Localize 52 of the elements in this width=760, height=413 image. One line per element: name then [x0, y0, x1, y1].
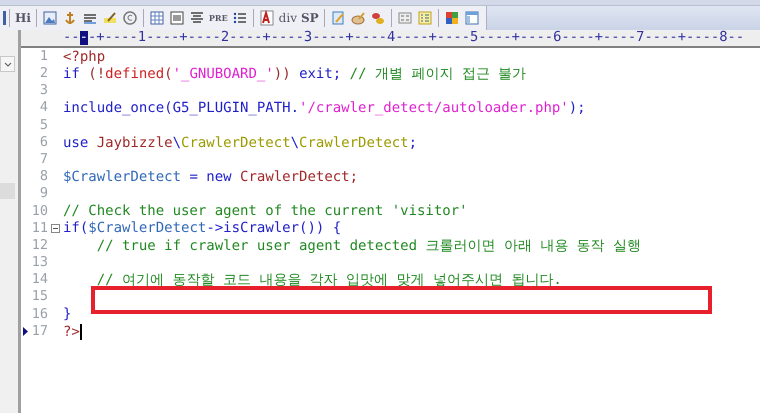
code-line: // Check the user agent of the current 'visitor' — [63, 204, 468, 218]
code-line: $CrawlerDetect = new CrawlerDetect; — [63, 170, 358, 184]
font-icon[interactable] — [258, 10, 275, 26]
code-line: } — [63, 307, 72, 322]
align-center-icon[interactable] — [188, 10, 205, 26]
pills-icon[interactable] — [370, 10, 386, 26]
chevron-down-icon — [4, 62, 12, 66]
code-line: // true if crawler user agent detected 크롤러이면 아래 내용 동작 실행 — [96, 238, 642, 253]
line-number: 8 — [38, 170, 48, 184]
code-line: // 여기에 동작할 코드 내용을 각자 입맛에 맞게 넣어주시면 됩니다. — [96, 273, 562, 288]
line-number: 10 — [30, 204, 48, 218]
column-ruler: ----+----1----+----2----+----3----+----4----+----5----+----6----+----7----+----8-- — [63, 31, 744, 45]
line-number: 9 — [38, 187, 48, 201]
line-number: 2 — [38, 67, 48, 81]
line-number: 16 — [30, 308, 48, 322]
line-number: 3 — [38, 84, 48, 98]
code-line: ?> — [63, 324, 80, 339]
panel-dropdown[interactable] — [0, 56, 15, 72]
line-number: 1 — [38, 50, 48, 64]
line-number: 14 — [30, 273, 48, 287]
window-icon[interactable] — [464, 10, 480, 26]
form-icon[interactable] — [396, 10, 413, 26]
div-button[interactable]: div — [276, 8, 299, 28]
line-number: 11 — [30, 222, 48, 236]
align-icon[interactable] — [168, 10, 185, 26]
image-icon[interactable] — [42, 10, 58, 26]
color-grid-icon[interactable] — [444, 10, 460, 26]
span-button[interactable]: SP — [298, 8, 321, 28]
copyright-icon[interactable] — [122, 10, 138, 26]
code-line: if($CrawlerDetect->isCrawler()) { — [63, 221, 342, 236]
text-cursor — [80, 324, 82, 340]
pencil-icon[interactable] — [102, 10, 118, 26]
notepad-icon[interactable] — [330, 10, 346, 26]
list-icon[interactable] — [232, 10, 248, 26]
line-number: 15 — [30, 290, 48, 304]
checklist-icon[interactable] — [416, 10, 433, 26]
code-line: <?php — [63, 50, 106, 64]
code-line: if (!defined('_GNUBOARD_')) exit; // 개별 페이지 접근 불가 — [63, 66, 526, 81]
line-number: 13 — [30, 256, 48, 270]
line-number: 6 — [38, 136, 48, 150]
table-icon[interactable] — [148, 10, 165, 26]
cup-icon[interactable] — [350, 10, 366, 26]
fold-toggle-icon[interactable] — [51, 224, 60, 233]
line-number: 5 — [38, 118, 48, 132]
line-number: 4 — [38, 101, 48, 115]
line-number: 12 — [30, 238, 48, 252]
line-number: 7 — [38, 152, 48, 166]
preformatted-button[interactable]: PRE — [206, 8, 230, 28]
code-line: include_once(G5_PLUGIN_PATH.'/crawler_detect/autoloader.php'); — [63, 101, 586, 116]
line-number: 17 — [30, 324, 48, 338]
code-line: use Jaybizzle\CrawlerDetect\CrawlerDetect; — [63, 136, 418, 150]
highlight-button[interactable]: Hi — [13, 8, 33, 28]
